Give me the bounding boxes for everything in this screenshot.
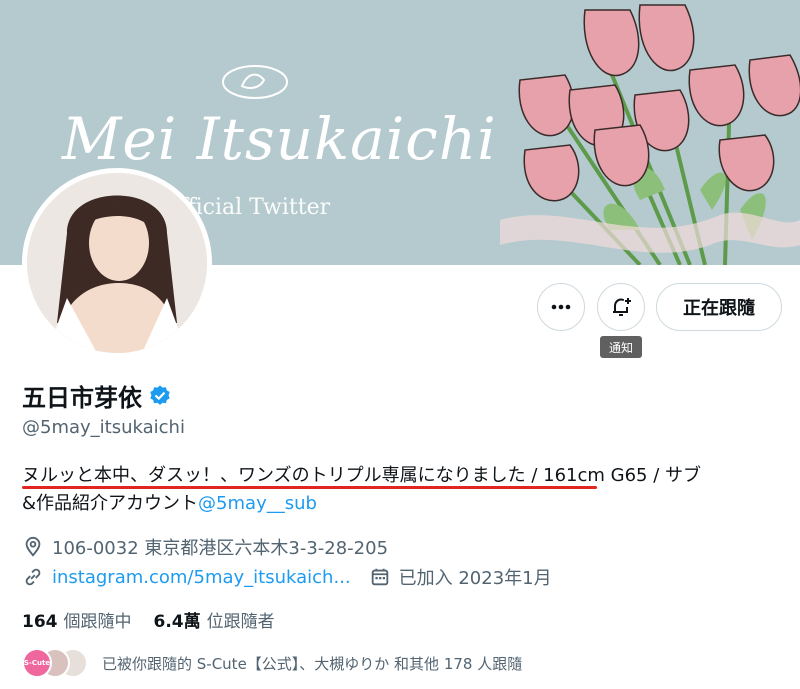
banner-subtitle: fficial Twitter — [180, 195, 331, 220]
tulip-illustration — [500, 4, 800, 265]
follow-counts: 164 個跟隨中 6.4萬 位跟隨者 — [22, 607, 275, 632]
mutual-avatars: S-Cute — [22, 648, 92, 678]
bio-mention-link[interactable]: @5may__sub — [198, 493, 317, 514]
profile-avatar[interactable] — [22, 168, 212, 358]
profile-name-row: 五日市芽依 — [22, 378, 172, 413]
scute-badge-text: S-Cute — [23, 659, 51, 667]
bio-line-2-text: &作品紹介アカウント — [22, 493, 199, 514]
followed-by-text: 已被你跟隨的 S-Cute【公式】、大槻ゆりか 和其他 178 人跟隨 — [102, 654, 523, 673]
profile-location: 106-0032 東京都港区六本木3-3-28-205 — [52, 538, 389, 559]
display-name: 五日市芽依 — [22, 384, 142, 412]
followers-you-know[interactable]: S-Cute 已被你跟隨的 S-Cute【公式】、大槻ゆりか 和其他 178 人… — [22, 648, 522, 678]
profile-website-link[interactable]: instagram.com/5may_itsukaich... — [52, 567, 351, 588]
profile-links-row: instagram.com/5may_itsukaich... 已加入 2023… — [22, 564, 552, 590]
banner-logo-icon — [222, 65, 288, 99]
more-button[interactable] — [537, 283, 585, 331]
verified-badge-icon[interactable] — [148, 384, 172, 408]
followers-count[interactable]: 6.4萬 位跟隨者 — [154, 607, 275, 632]
notification-bell-icon — [613, 298, 631, 316]
profile-location-row: 106-0032 東京都港区六本木3-3-28-205 — [22, 534, 388, 560]
following-count-value: 164 — [22, 612, 58, 632]
followers-count-label: 位跟隨者 — [206, 612, 275, 632]
following-button[interactable]: 正在跟隨 — [656, 283, 782, 331]
location-icon — [25, 536, 41, 557]
more-icon — [551, 304, 571, 310]
profile-bio: ヌルッと本中、ダスッ！、ワンズのトリプル専属になりました / 161cm G65… — [22, 462, 782, 518]
banner-title: Mei Itsukaichi — [62, 105, 497, 173]
following-count-label: 個跟隨中 — [63, 612, 132, 632]
followers-count-value: 6.4萬 — [153, 612, 201, 632]
calendar-icon — [371, 568, 388, 586]
following-count[interactable]: 164 個跟隨中 — [22, 607, 132, 632]
profile-handle: @5may_itsukaichi — [22, 417, 185, 438]
bio-line-2: &作品紹介アカウント@5may__sub — [22, 490, 782, 518]
avatar-photo — [27, 173, 207, 353]
notify-tooltip: 通知 — [600, 336, 642, 358]
profile-joined-date: 已加入 2023年1月 — [398, 568, 552, 589]
link-icon — [25, 568, 41, 586]
mutual-avatar-scute: S-Cute — [22, 648, 52, 678]
red-underline-annotation — [22, 486, 597, 489]
notification-button[interactable] — [597, 283, 645, 331]
